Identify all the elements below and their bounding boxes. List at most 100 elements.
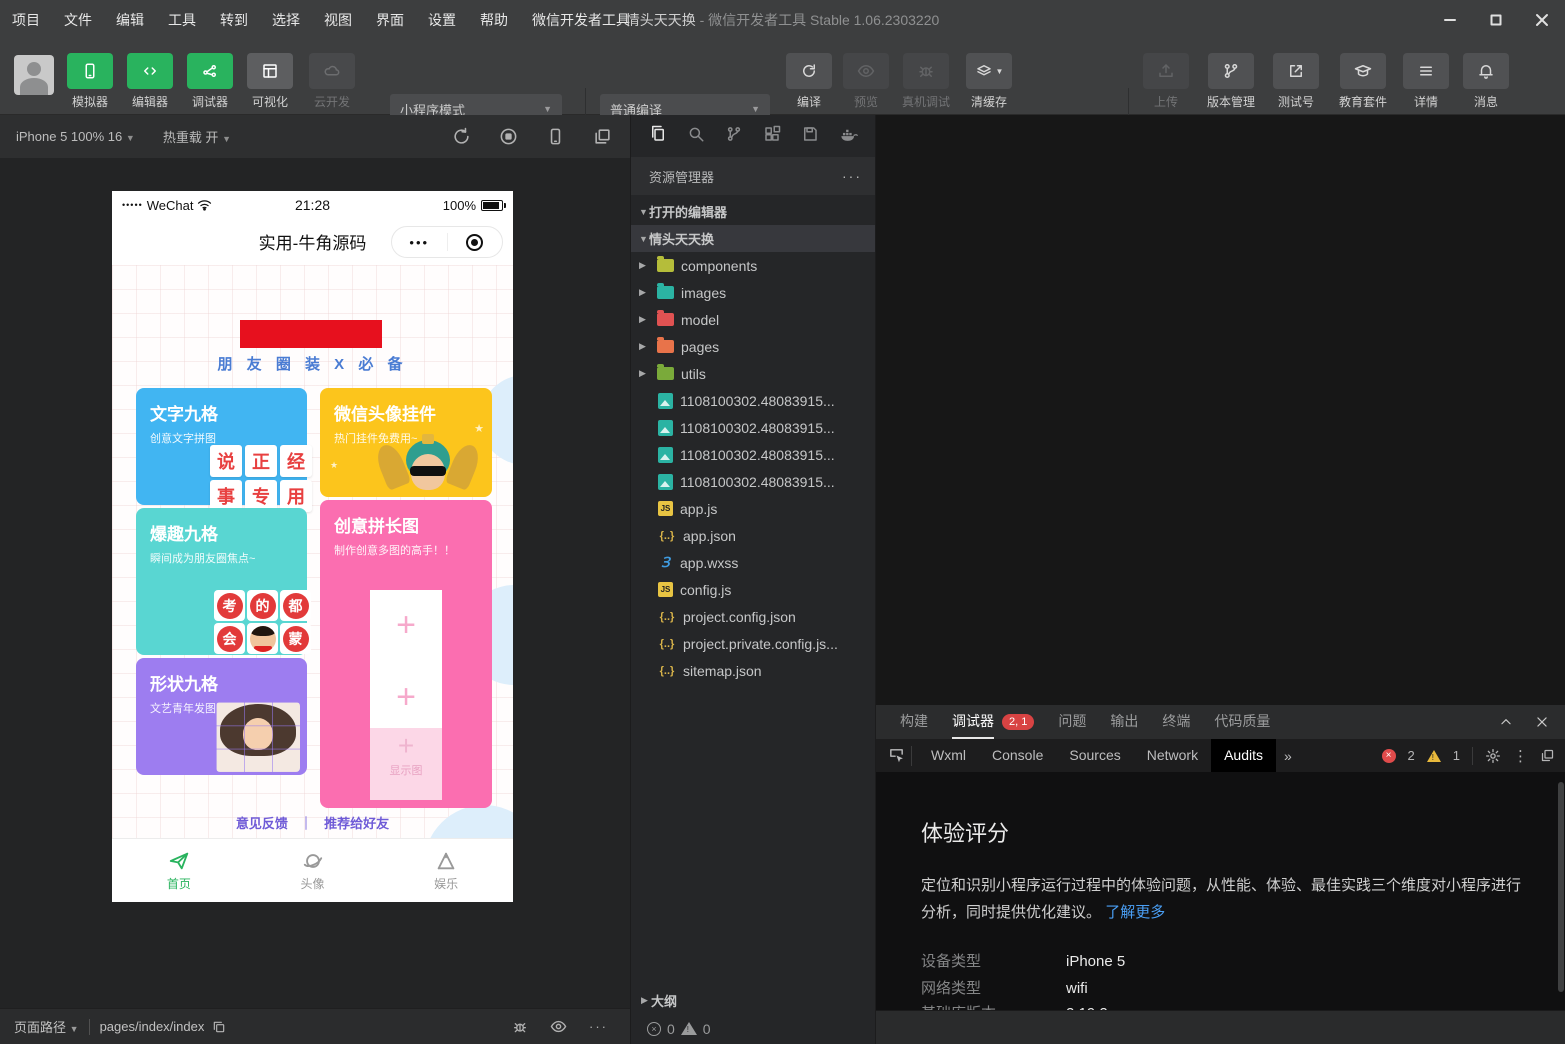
education-kit-button[interactable]: 教育套件 [1332, 53, 1394, 110]
tab-build[interactable]: 构建 [900, 705, 928, 739]
exit-miniprogram-button[interactable] [448, 234, 503, 251]
inspect-cursor-icon[interactable] [888, 747, 905, 764]
preview-button[interactable]: 预览 [840, 53, 892, 110]
card-shape-grid[interactable]: 形状九格 文艺青年发图专属 [136, 658, 307, 775]
editor-toggle[interactable]: 编辑器 [120, 53, 180, 110]
messages-button[interactable]: 消息 [1460, 53, 1512, 110]
tab-terminal[interactable]: 终端 [1162, 705, 1190, 739]
files-icon[interactable] [649, 125, 667, 143]
file-image-3[interactable]: 1108100302.48083915... [631, 441, 876, 468]
card-avatar-pendant[interactable]: 微信头像挂件 热门挂件免费用~ ★ ★ [320, 388, 492, 497]
tab-home[interactable]: 首页 [112, 839, 246, 902]
banner-image[interactable] [240, 320, 382, 348]
folder-model[interactable]: ▶ model [631, 306, 876, 333]
undock-icon[interactable] [1540, 748, 1555, 763]
file-image-4[interactable]: 1108100302.48083915... [631, 468, 876, 495]
upload-button[interactable]: 上传 [1140, 53, 1192, 110]
save-icon[interactable] [801, 125, 819, 143]
copy-icon[interactable] [212, 1020, 226, 1034]
close-panel-icon[interactable] [1535, 715, 1549, 729]
maximize-button[interactable] [1473, 0, 1519, 40]
card-text-grid[interactable]: 文字九格 创意文字拼图 说 正 经 事 专 用 [136, 388, 307, 505]
stop-icon[interactable] [499, 127, 518, 146]
more-menu-button[interactable]: ••• [392, 235, 447, 250]
tab-fun[interactable]: 娱乐 [379, 839, 513, 902]
more-dots-icon[interactable]: ··· [589, 1019, 608, 1034]
hot-reload-toggle[interactable]: 热重载 开 ▼ [163, 127, 231, 146]
menu-file[interactable]: 文件 [52, 0, 104, 40]
file-sitemap-json[interactable]: {..} sitemap.json [631, 657, 876, 684]
scrollbar[interactable] [1558, 782, 1564, 992]
card-fun-grid[interactable]: 爆趣九格 瞬间成为朋友圈焦点~ 考 的 都 会 蒙 [136, 508, 307, 655]
file-app-js[interactable]: JS app.js [631, 495, 876, 522]
menu-devtools[interactable]: 微信开发者工具 [520, 0, 642, 40]
menu-view[interactable]: 视图 [312, 0, 364, 40]
device-debug-button[interactable]: 真机调试 [898, 53, 954, 110]
folder-pages[interactable]: ▶ pages [631, 333, 876, 360]
version-control-button[interactable]: 版本管理 [1200, 53, 1262, 110]
learn-more-link[interactable]: 了解更多 [1105, 904, 1165, 921]
problems-summary[interactable]: × 0 ! 0 [631, 1013, 876, 1044]
devtools-tab-sources[interactable]: Sources [1056, 739, 1133, 772]
collapse-panel-icon[interactable] [1499, 715, 1513, 729]
tab-avatar[interactable]: 头像 [246, 839, 380, 902]
eye-icon[interactable] [550, 1018, 567, 1035]
multi-window-icon[interactable] [593, 127, 612, 146]
folder-images[interactable]: ▶ images [631, 279, 876, 306]
section-open-editors[interactable]: ▼ 打开的编辑器 [631, 198, 876, 225]
close-button[interactable] [1519, 0, 1565, 40]
file-project-config[interactable]: {..} project.config.json [631, 603, 876, 630]
file-image-2[interactable]: 1108100302.48083915... [631, 414, 876, 441]
file-app-json[interactable]: {..} app.json [631, 522, 876, 549]
tab-debugger[interactable]: 调试器 [952, 705, 994, 739]
file-app-wxss[interactable]: Ɜ app.wxss [631, 549, 876, 576]
devtools-tab-audits[interactable]: Audits [1211, 739, 1276, 772]
page-path-select[interactable]: 页面路径 ▼ [14, 1017, 79, 1036]
devtools-tab-wxml[interactable]: Wxml [918, 739, 979, 772]
tab-output[interactable]: 输出 [1110, 705, 1138, 739]
user-avatar[interactable] [14, 55, 54, 95]
card-long-image[interactable]: 创意拼长图 制作创意多图的高手！！ + + + 显示图 [320, 500, 492, 808]
menu-goto[interactable]: 转到 [208, 0, 260, 40]
more-actions-icon[interactable]: ··· [842, 168, 862, 184]
recommend-link[interactable]: 推荐给好友 [324, 816, 389, 831]
menu-help[interactable]: 帮助 [468, 0, 520, 40]
tab-code-quality[interactable]: 代码质量 [1214, 705, 1270, 739]
tabs-overflow-icon[interactable]: » [1284, 748, 1292, 764]
menu-project[interactable]: 项目 [0, 0, 52, 40]
git-branch-icon[interactable] [725, 125, 743, 143]
details-button[interactable]: 详情 [1400, 53, 1452, 110]
extensions-icon[interactable] [763, 125, 781, 143]
kebab-menu-icon[interactable]: ⋮ [1513, 747, 1528, 765]
folder-utils[interactable]: ▶ utils [631, 360, 876, 387]
simulator-toggle[interactable]: 模拟器 [60, 53, 120, 110]
test-account-button[interactable]: 测试号 [1270, 53, 1322, 110]
file-image-1[interactable]: 1108100302.48083915... [631, 387, 876, 414]
cloud-dev-toggle[interactable]: 云开发 [302, 53, 362, 110]
tab-problems[interactable]: 问题 [1058, 705, 1086, 739]
file-project-private-config[interactable]: {..} project.private.config.js... [631, 630, 876, 657]
compile-button[interactable]: 编译 [783, 53, 835, 110]
menu-interface[interactable]: 界面 [364, 0, 416, 40]
debugger-toggle[interactable]: 调试器 [180, 53, 240, 110]
section-project-root[interactable]: ▼ 情头天天换 [631, 225, 876, 252]
bug-icon[interactable] [512, 1019, 528, 1035]
menu-edit[interactable]: 编辑 [104, 0, 156, 40]
device-frame-icon[interactable] [546, 127, 565, 146]
folder-components[interactable]: ▶ components [631, 252, 876, 279]
menu-tools[interactable]: 工具 [156, 0, 208, 40]
devtools-tab-console[interactable]: Console [979, 739, 1056, 772]
minimize-button[interactable] [1427, 0, 1473, 40]
device-select[interactable]: iPhone 5 100% 16 ▼ [16, 129, 135, 144]
gear-icon[interactable] [1485, 748, 1501, 764]
feedback-link[interactable]: 意见反馈 [236, 816, 288, 831]
devtools-tab-network[interactable]: Network [1134, 739, 1211, 772]
menu-select[interactable]: 选择 [260, 0, 312, 40]
docker-whale-icon[interactable] [839, 125, 858, 144]
file-config-js[interactable]: JS config.js [631, 576, 876, 603]
menu-settings[interactable]: 设置 [416, 0, 468, 40]
search-icon[interactable] [687, 125, 705, 143]
clear-cache-button[interactable]: ▼ 清缓存 [960, 53, 1018, 110]
rotate-icon[interactable] [452, 127, 471, 146]
visual-toggle[interactable]: 可视化 [240, 53, 300, 110]
